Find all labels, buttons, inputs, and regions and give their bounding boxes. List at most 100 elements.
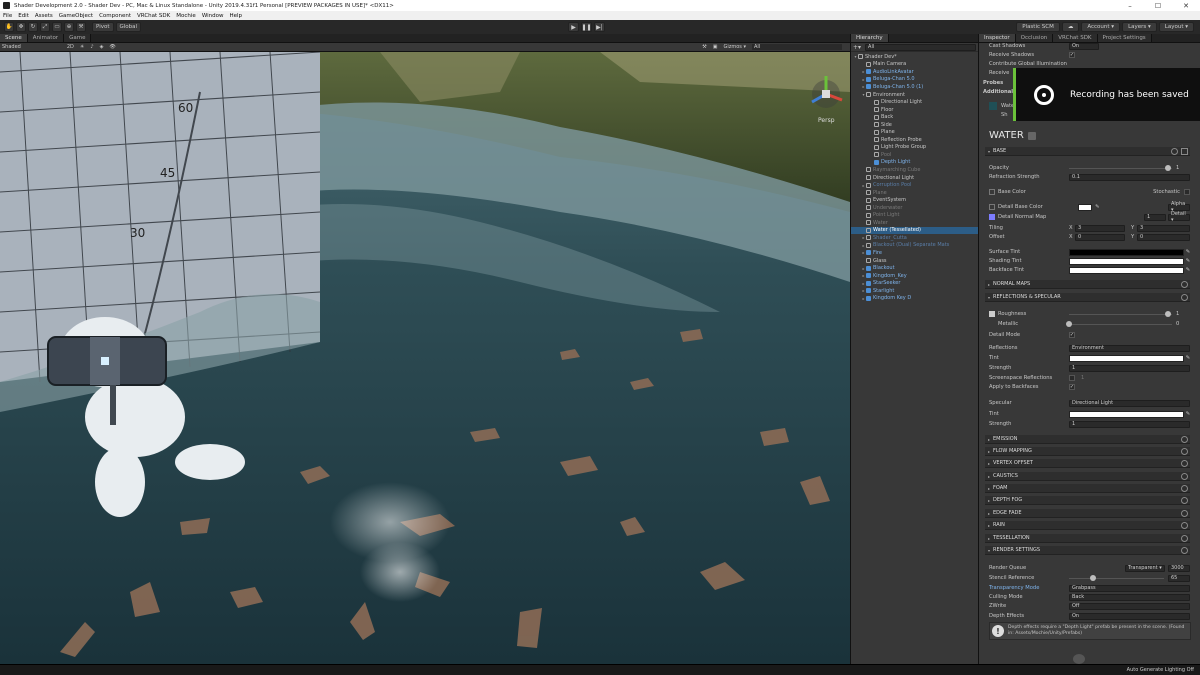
transform-tool-icon[interactable]: ⊕ bbox=[64, 22, 74, 32]
texture-slot-icon[interactable] bbox=[989, 204, 995, 210]
scene-viewport[interactable]: 60 45 30 Persp bbox=[0, 52, 850, 664]
refl-tint-swatch[interactable] bbox=[1069, 354, 1184, 362]
surface-tint-swatch[interactable] bbox=[1069, 248, 1184, 256]
hierarchy-item[interactable]: ▸ Kingdom_Key bbox=[851, 272, 978, 280]
hierarchy-item[interactable]: Pool bbox=[851, 151, 978, 159]
roughness-value[interactable]: 1 bbox=[1176, 311, 1190, 317]
hand-tool-icon[interactable]: ✋ bbox=[4, 22, 14, 32]
hierarchy-item[interactable]: ▸ Beluga-Chan 5.0 bbox=[851, 76, 978, 84]
eyedropper-icon[interactable]: ✎ bbox=[1186, 411, 1190, 417]
hierarchy-item[interactable]: ▸ Kingdom Key D bbox=[851, 295, 978, 303]
tab-vrchat-sdk[interactable]: VRChat SDK bbox=[1053, 34, 1098, 42]
stencil-slider[interactable] bbox=[1069, 574, 1164, 582]
section-reflections[interactable]: ▾ REFLECTIONS & SPECULAR bbox=[985, 293, 1190, 302]
pivot-toggle[interactable]: Pivot bbox=[92, 22, 114, 32]
tab-occlusion[interactable]: Occlusion bbox=[1015, 34, 1054, 42]
texture-slot-icon[interactable] bbox=[989, 189, 995, 195]
menu-mochie[interactable]: Mochie bbox=[176, 13, 196, 19]
section-normal-maps[interactable]: ▸ NORMAL MAPS bbox=[985, 280, 1190, 289]
menu-help[interactable]: Help bbox=[230, 13, 243, 19]
hierarchy-item[interactable]: ▸ Shader_Cutta bbox=[851, 234, 978, 242]
add-icon[interactable]: +▾ bbox=[853, 44, 861, 51]
culling-dropdown[interactable]: Back bbox=[1069, 593, 1190, 601]
specular-dropdown[interactable]: Directional Light bbox=[1069, 399, 1190, 407]
reset-icon[interactable] bbox=[1181, 547, 1188, 554]
tab-animator[interactable]: Animator bbox=[27, 34, 65, 42]
hierarchy-item[interactable]: ▸ Fire bbox=[851, 249, 978, 257]
tools-icon[interactable]: ⚒ bbox=[702, 44, 706, 50]
hierarchy-item[interactable]: Light Probe Group bbox=[851, 144, 978, 152]
minimize-icon[interactable]: – bbox=[1116, 2, 1144, 10]
reset-icon[interactable] bbox=[1181, 281, 1188, 288]
reset-icon[interactable] bbox=[1181, 535, 1188, 542]
maximize-icon[interactable]: ☐ bbox=[1144, 2, 1172, 10]
reset-icon[interactable] bbox=[1181, 510, 1188, 517]
menu-window[interactable]: Window bbox=[202, 13, 224, 19]
move-tool-icon[interactable]: ✥ bbox=[16, 22, 26, 32]
reset-icon[interactable] bbox=[1181, 460, 1188, 467]
offset-x-field[interactable]: 0 bbox=[1075, 233, 1125, 241]
lighting-icon[interactable]: ☀ bbox=[80, 44, 84, 50]
detail-base-mode-dropdown[interactable]: Alpha ▾ bbox=[1168, 201, 1190, 213]
hierarchy-item[interactable]: ▸ Starlight bbox=[851, 287, 978, 295]
hierarchy-item[interactable]: Underwater bbox=[851, 204, 978, 212]
hierarchy-item[interactable]: Depth Light bbox=[851, 159, 978, 167]
reset-icon[interactable] bbox=[1181, 497, 1188, 504]
section-foam[interactable]: ▸ FOAM bbox=[985, 484, 1190, 493]
docs-icon[interactable] bbox=[1181, 148, 1188, 155]
normal-map-icon[interactable] bbox=[989, 214, 995, 220]
hierarchy-item[interactable]: Main Camera bbox=[851, 61, 978, 69]
hierarchy-item[interactable]: ▾ Shader Dev* bbox=[851, 53, 978, 61]
render-queue-field[interactable]: 3000 bbox=[1168, 564, 1190, 572]
apply-backfaces-checkbox[interactable]: ✓ bbox=[1069, 384, 1075, 390]
scale-tool-icon[interactable]: ⤢ bbox=[40, 22, 50, 32]
layers-dropdown[interactable]: Layers ▾ bbox=[1122, 22, 1157, 32]
2d-toggle[interactable]: 2D bbox=[67, 44, 74, 50]
tab-scene[interactable]: Scene bbox=[0, 34, 28, 42]
reset-icon[interactable] bbox=[1181, 294, 1188, 301]
hierarchy-search-input[interactable]: All bbox=[865, 43, 976, 51]
visibility-icon[interactable]: 👁 bbox=[109, 44, 115, 50]
offset-y-field[interactable]: 0 bbox=[1137, 233, 1190, 241]
section-render-settings[interactable]: ▾ RENDER SETTINGS bbox=[985, 546, 1190, 555]
render-queue-dropdown[interactable]: Transparent ▾ bbox=[1125, 564, 1165, 572]
tiling-y-field[interactable]: 3 bbox=[1137, 224, 1190, 232]
section-depth-fog[interactable]: ▸ DEPTH FOG bbox=[985, 496, 1190, 505]
detail-normal-value[interactable]: 1 bbox=[1144, 213, 1166, 221]
camera-icon[interactable]: ▣ bbox=[713, 44, 718, 50]
section-rain[interactable]: ▸ RAIN bbox=[985, 521, 1190, 530]
depth-effects-dropdown[interactable]: On bbox=[1069, 612, 1190, 620]
section-base[interactable]: ▾ BASE bbox=[985, 147, 1190, 156]
hierarchy-item[interactable]: Directional Light bbox=[851, 174, 978, 182]
cast-shadows-dropdown[interactable]: On bbox=[1069, 42, 1099, 50]
hierarchy-item[interactable]: Raymarching Cube bbox=[851, 166, 978, 174]
menu-vrchat-sdk[interactable]: VRChat SDK bbox=[137, 13, 170, 19]
section-tessellation[interactable]: ▸ TESSELLATION bbox=[985, 534, 1190, 543]
menu-component[interactable]: Component bbox=[99, 13, 131, 19]
reflections-dropdown[interactable]: Environment bbox=[1069, 344, 1190, 352]
metallic-slider[interactable] bbox=[1066, 320, 1172, 328]
menu-file[interactable]: File bbox=[3, 13, 12, 19]
custom-tool-icon[interactable]: ⚒ bbox=[76, 22, 86, 32]
audio-icon[interactable]: ♪ bbox=[90, 44, 93, 50]
tiling-x-field[interactable]: 3 bbox=[1075, 224, 1125, 232]
metallic-value[interactable]: 0 bbox=[1176, 321, 1190, 327]
stencil-field[interactable]: 65 bbox=[1168, 574, 1190, 582]
menu-gameobject[interactable]: GameObject bbox=[59, 13, 93, 19]
detail-mode-checkbox[interactable]: ✓ bbox=[1069, 332, 1075, 338]
hierarchy-item[interactable]: ▸ Blackout (Dual) Separate Mats bbox=[851, 242, 978, 250]
stochastic-checkbox[interactable] bbox=[1184, 189, 1190, 195]
section-emission[interactable]: ▸ EMISSION bbox=[985, 435, 1190, 444]
layout-dropdown[interactable]: Layout ▾ bbox=[1158, 22, 1194, 32]
hierarchy-item[interactable]: Floor bbox=[851, 106, 978, 114]
step-button[interactable]: ▶| bbox=[594, 22, 605, 32]
hierarchy-item[interactable]: Plane bbox=[851, 189, 978, 197]
eyedropper-icon[interactable]: ✎ bbox=[1186, 249, 1190, 255]
section-vertex-offset[interactable]: ▸ VERTEX OFFSET bbox=[985, 459, 1190, 468]
rotate-tool-icon[interactable]: ↻ bbox=[28, 22, 38, 32]
transparency-dropdown[interactable]: Grabpass bbox=[1069, 584, 1190, 592]
backface-tint-swatch[interactable] bbox=[1069, 266, 1184, 274]
eyedropper-icon[interactable]: ✎ bbox=[1186, 355, 1190, 361]
hierarchy-item[interactable]: Plane bbox=[851, 128, 978, 136]
opacity-value[interactable]: 1 bbox=[1176, 165, 1190, 171]
